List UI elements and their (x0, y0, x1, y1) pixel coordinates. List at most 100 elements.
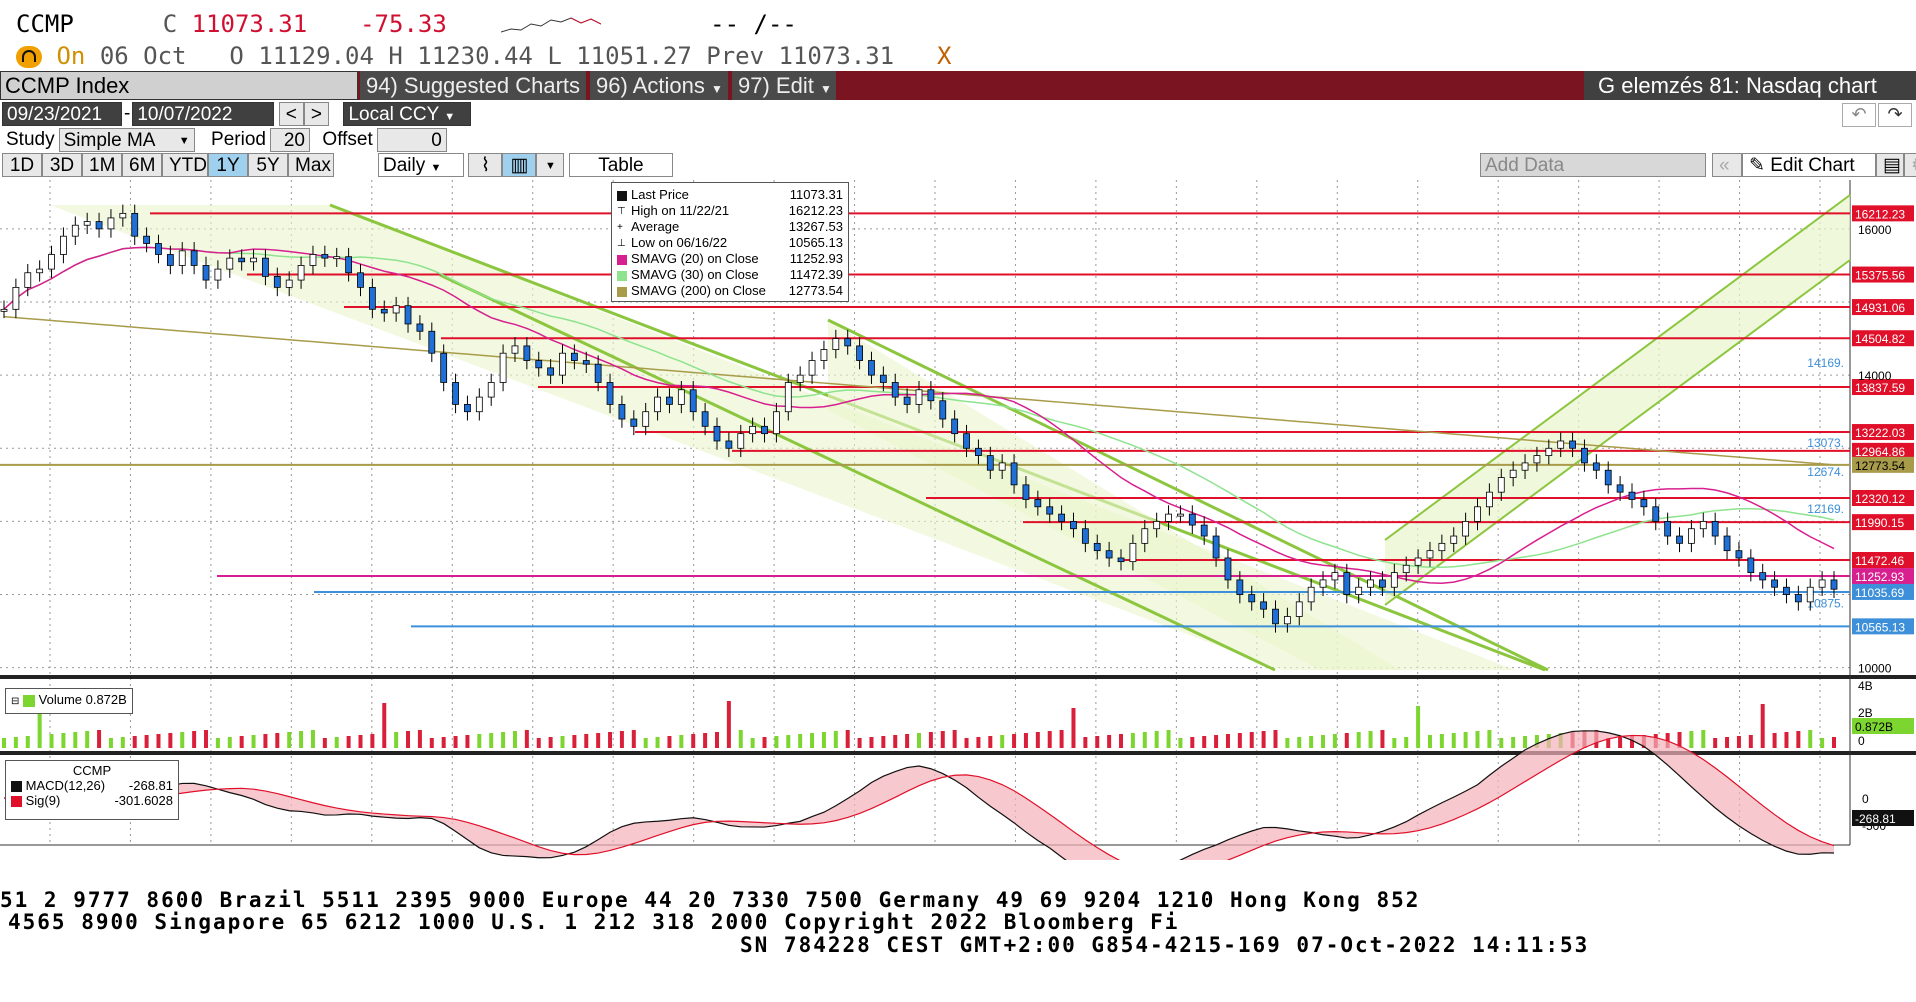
period-button-1m[interactable]: 1M (82, 153, 122, 177)
chevron-down-icon: ▼ (710, 82, 723, 96)
candle-body (891, 382, 899, 398)
macd-last-label: -268.81 (1855, 812, 1896, 826)
legend-row: + Average 13267.53 (617, 219, 843, 235)
price-level-label: 12964.86 (1855, 445, 1905, 459)
chart-settings-icon[interactable]: ▤ (1876, 153, 1904, 177)
security-field[interactable]: CCMP Index (0, 71, 358, 100)
high-label: H (388, 42, 403, 70)
main-toolbar: CCMP Index 94) Suggested Charts 96) Acti… (0, 71, 1916, 100)
add-data-input[interactable]: Add Data (1480, 153, 1706, 177)
edit-chart-button[interactable]: ✎ Edit Chart (1742, 153, 1876, 177)
volume-bar (358, 735, 363, 748)
undo-button[interactable]: ↶ (1842, 103, 1876, 127)
candle-body (1355, 586, 1363, 595)
close-x-button[interactable]: X (937, 42, 951, 70)
period-button-3d[interactable]: 3D (42, 153, 82, 177)
candle-body (1485, 491, 1493, 508)
prev-range-button[interactable]: < (278, 102, 304, 126)
date-dash: - (124, 103, 131, 124)
suggested-charts-button[interactable]: 94) Suggested Charts (360, 71, 586, 100)
candle-body (1367, 579, 1374, 588)
price-chart[interactable]: Oct 29Nov 15Nov 30Dec 15Dec 31Jan 14Jan … (0, 180, 1916, 860)
volume-bar (774, 736, 779, 748)
candle-body (1462, 521, 1470, 537)
volume-bar (940, 731, 945, 748)
period-button-6m[interactable]: 6M (122, 153, 162, 177)
expand-icon[interactable]: ⊟ (11, 696, 19, 707)
legend-value: 11472.39 (789, 267, 843, 282)
candle-body (594, 363, 602, 383)
chart-type-dropdown[interactable]: ▼ (536, 153, 565, 177)
volume-bar (524, 730, 529, 748)
offset-input[interactable]: 0 (376, 128, 447, 152)
candle-body (1295, 601, 1303, 617)
volume-bar (1820, 738, 1825, 748)
edit-menu[interactable]: 97) Edit ▼ (732, 71, 836, 100)
frequency-select[interactable]: Daily ▼ (378, 153, 464, 177)
volume-bar (1463, 732, 1468, 748)
period-bar: 1D 3D 1M 6M YTD 1Y 5Y Max Daily ▼ ⌇ ▥ ▼ Table Add… (0, 152, 1916, 180)
candle-body (1046, 506, 1054, 515)
study-label: Study (6, 129, 55, 150)
start-date-field[interactable]: 09/23/2021 (2, 102, 122, 126)
candle-body (1093, 542, 1101, 552)
footer-session: SN 784228 CEST GMT+2:00 G854-4215-169 07… (740, 933, 1590, 957)
candle-body (392, 305, 400, 314)
candle-body (547, 367, 555, 376)
volume-tick-label: 4B (1858, 679, 1873, 693)
candle-body (1616, 484, 1624, 493)
volume-bar (667, 736, 672, 748)
y-tick-label: 16000 (1858, 223, 1892, 237)
candle-body (951, 418, 959, 435)
candle-body (1010, 462, 1018, 486)
candle-body (523, 345, 531, 361)
volume-bar (156, 734, 161, 748)
period-button-ytd[interactable]: YTD (162, 153, 208, 177)
candle-body (131, 212, 139, 237)
volume-bar (441, 737, 446, 748)
legend-value: 10565.13 (788, 235, 843, 250)
volume-bar (1808, 730, 1813, 748)
volume-bar (1487, 730, 1492, 748)
y-tick-label: 10000 (1858, 662, 1892, 676)
candle-body (1402, 564, 1410, 574)
period-button-1y[interactable]: 1Y (208, 153, 248, 177)
study-bar: Study Simple MA ▼ Period 20 Offset 0 (0, 127, 1916, 155)
volume-bar (798, 734, 803, 748)
table-button[interactable]: Table (568, 153, 673, 177)
volume-bar (501, 732, 506, 748)
candle-body (452, 382, 459, 405)
candle-body (1153, 521, 1161, 530)
actions-menu[interactable]: 96) Actions ▼ (590, 71, 728, 100)
quote-header: CCMP C 11073.31 -75.33 -- /-- (16, 10, 797, 42)
period-button-5y[interactable]: 5Y (248, 153, 288, 177)
redo-button[interactable]: ↷ (1878, 103, 1912, 127)
collapse-icon[interactable]: « (1712, 153, 1742, 177)
candle-body (1188, 513, 1196, 526)
gear-icon[interactable]: ⚙ (1904, 153, 1916, 177)
volume-bar (1725, 737, 1730, 748)
currency-select[interactable]: Local CCY ▼ (343, 102, 472, 126)
candle-body (1723, 535, 1731, 552)
period-input[interactable]: 20 (269, 128, 310, 152)
volume-bar (1451, 733, 1456, 748)
period-button-max[interactable]: Max (288, 153, 334, 177)
symbol: CCMP (16, 10, 74, 38)
volume-bar (263, 734, 268, 748)
volume-bar (394, 732, 399, 748)
chevron-down-icon: ▼ (819, 82, 832, 96)
line-chart-type-button[interactable]: ⌇ (468, 153, 503, 177)
volume-tick-label: 2B (1858, 706, 1873, 720)
volume-bar (251, 735, 256, 748)
candle-body (428, 330, 436, 354)
period-button-1d[interactable]: 1D (2, 153, 42, 177)
volume-bar (453, 736, 458, 748)
end-date-field[interactable]: 10/07/2022 (132, 102, 275, 126)
candle-body (499, 352, 507, 383)
bar-chart-type-button[interactable]: ▥ (502, 153, 537, 177)
price-level-label: 16212.23 (1855, 207, 1905, 221)
study-select[interactable]: Simple MA ▼ (58, 128, 195, 152)
next-range-button[interactable]: > (303, 102, 329, 126)
price-level-label: 12773.54 (1855, 459, 1905, 473)
candle-body (1592, 462, 1600, 471)
